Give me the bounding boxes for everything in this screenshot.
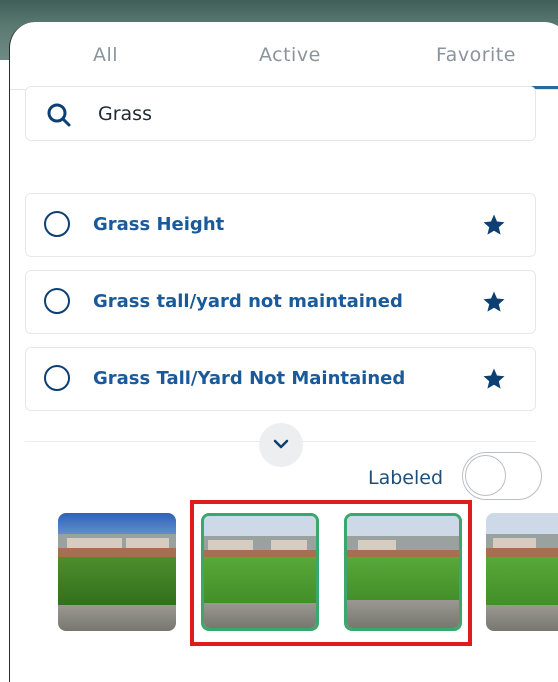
list-item-grass-height[interactable]: Grass Height [25, 193, 536, 257]
photo-walkway [347, 600, 459, 628]
photo-thumbnail-selected[interactable] [344, 513, 462, 631]
radio-button[interactable] [44, 211, 70, 237]
labeled-toggle-label: Labeled [368, 467, 444, 489]
tab-active[interactable]: Active [259, 44, 321, 66]
radio-button[interactable] [44, 288, 70, 314]
expand-button[interactable] [259, 423, 303, 467]
photo-walkway [58, 605, 176, 631]
photo-thumbnail[interactable] [486, 513, 558, 631]
star-icon[interactable] [482, 367, 506, 391]
labeled-toggle[interactable] [462, 452, 542, 500]
list-item-label: Grass tall/yard not maintained [93, 291, 403, 312]
list-item-grass-tall-lower[interactable]: Grass tall/yard not maintained [25, 270, 536, 334]
star-icon[interactable] [482, 290, 506, 314]
search-box[interactable] [25, 86, 536, 141]
tab-favorite[interactable]: Favorite [436, 44, 516, 66]
photo-thumbnail[interactable] [58, 513, 176, 631]
photo-walkway [486, 605, 558, 631]
photo-walkway [204, 603, 316, 628]
toggle-knob [465, 455, 506, 496]
star-icon[interactable] [482, 213, 506, 237]
tab-bar: All Active Favorite [10, 22, 558, 90]
list-item-label: Grass Height [93, 214, 225, 235]
radio-button[interactable] [44, 365, 70, 391]
chevron-down-icon [273, 439, 289, 449]
tab-all[interactable]: All [93, 44, 118, 66]
list-item-grass-tall-title[interactable]: Grass Tall/Yard Not Maintained [25, 347, 536, 411]
list-item-label: Grass Tall/Yard Not Maintained [93, 368, 406, 389]
photo-thumbnail-selected[interactable] [201, 513, 319, 631]
search-input[interactable] [98, 97, 498, 131]
search-icon [47, 103, 71, 127]
